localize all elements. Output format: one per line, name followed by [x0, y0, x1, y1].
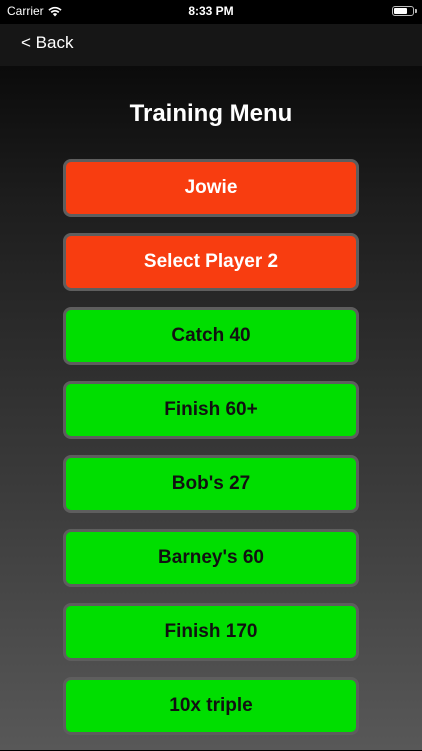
training-menu: Jowie Select Player 2 Catch 40 Finish 60… — [63, 159, 359, 751]
select-player-2-button[interactable]: Select Player 2 — [63, 233, 359, 291]
battery-icon — [392, 6, 417, 16]
back-button[interactable]: < Back — [21, 33, 73, 53]
10x-triple-button[interactable]: 10x triple — [63, 677, 359, 735]
status-time: 8:33 PM — [188, 4, 234, 18]
barneys-60-button[interactable]: Barney's 60 — [63, 529, 359, 587]
finish-60-plus-button[interactable]: Finish 60+ — [63, 381, 359, 439]
catch-40-button[interactable]: Catch 40 — [63, 307, 359, 365]
navigation-bar: < Back — [0, 24, 422, 66]
page-title: Training Menu — [129, 100, 293, 127]
player-1-button[interactable]: Jowie — [63, 159, 359, 217]
bobs-27-button[interactable]: Bob's 27 — [63, 455, 359, 513]
finish-170-button[interactable]: Finish 170 — [63, 603, 359, 661]
status-bar: Carrier 8:33 PM — [0, 0, 422, 24]
